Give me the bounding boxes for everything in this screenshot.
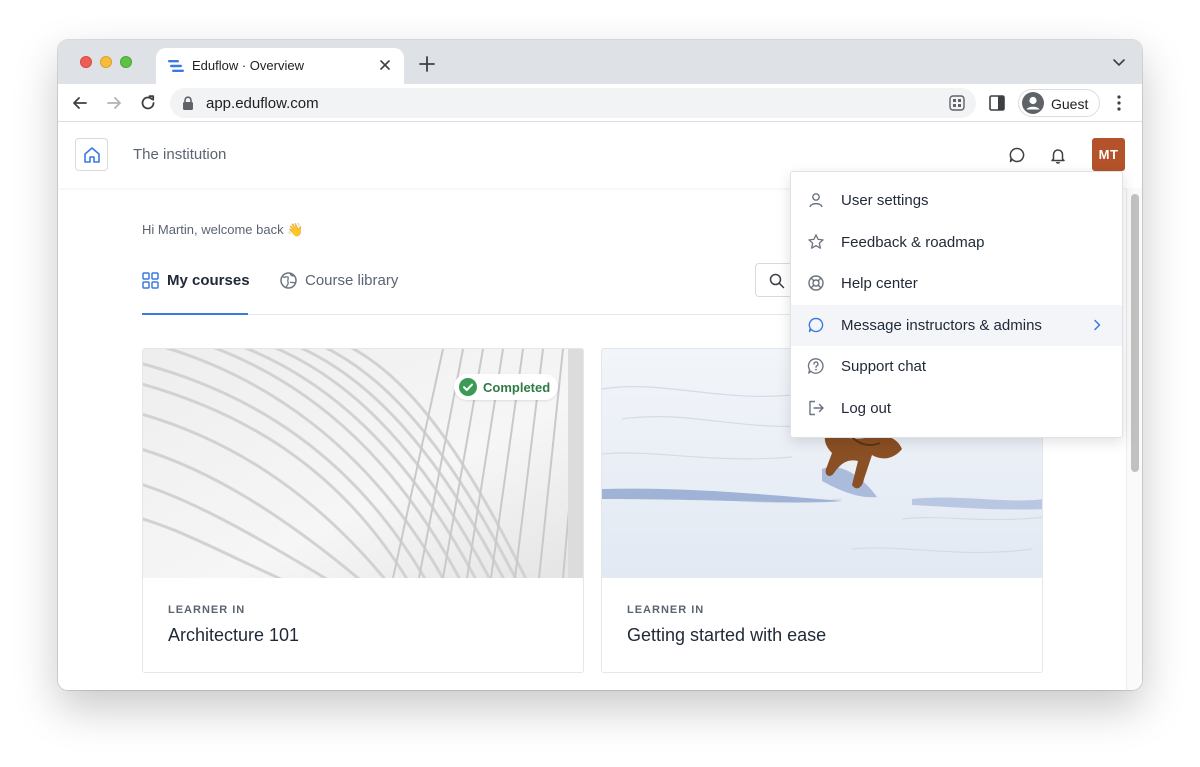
tab-label: Course library [305,272,399,289]
profile-label: Guest [1051,96,1089,112]
chevron-right-icon [1094,319,1101,331]
check-circle-icon [459,378,477,396]
guest-avatar-icon [1022,92,1044,114]
close-window-button[interactable] [80,56,92,68]
chat-bubble-icon [808,317,824,333]
eduflow-logo-icon [168,60,184,72]
minimize-window-button[interactable] [100,56,112,68]
logout-icon [809,400,824,416]
menu-label: Log out [841,400,892,417]
menu-item-help-center[interactable]: Help center [791,263,1122,304]
star-icon [808,234,824,249]
institution-name[interactable]: The institution [133,146,226,163]
lifebuoy-icon [808,275,824,291]
home-icon [84,147,100,163]
home-button[interactable] [75,138,108,171]
course-role: LEARNER IN [627,604,705,616]
menu-label: Feedback & roadmap [841,234,985,251]
menu-label: User settings [841,192,929,209]
side-panel-icon[interactable] [988,94,1006,112]
question-bubble-icon [807,358,824,374]
completed-badge: Completed [454,374,558,400]
reload-icon[interactable] [138,93,158,113]
more-options-icon[interactable] [1110,93,1128,113]
url-text: app.eduflow.com [206,95,319,112]
course-role: LEARNER IN [168,604,246,616]
new-tab-icon[interactable] [418,55,436,73]
tab-label: My courses [167,272,250,289]
maximize-window-button[interactable] [120,56,132,68]
messages-icon[interactable] [1008,146,1026,164]
close-tab-icon[interactable] [376,56,394,74]
welcome-message: Hi Martin, welcome back 👋 [142,222,304,237]
course-card[interactable]: Completed LEARNER IN Architecture 101 [142,348,584,673]
address-bar[interactable]: app.eduflow.com [170,88,976,118]
back-arrow-icon[interactable] [70,93,90,113]
course-tabs: My courses Course library [142,258,842,315]
course-title: Getting started with ease [627,625,827,645]
browser-window: Eduflow · Overview app.eduflow.com Guest… [58,40,1142,690]
menu-item-message-instructors[interactable]: Message instructors & admins [791,305,1122,346]
chevron-down-icon[interactable] [1112,58,1126,68]
menu-label: Help center [841,275,918,292]
bell-icon[interactable] [1049,146,1067,164]
menu-label: Support chat [841,358,927,375]
globe-icon [280,272,297,289]
tab-my-courses[interactable]: My courses [142,258,250,315]
user-avatar-button[interactable]: MT [1092,138,1125,171]
browser-toolbar: app.eduflow.com Guest [58,84,1142,122]
browser-tab-active[interactable]: Eduflow · Overview [156,48,404,84]
apps-icon[interactable] [948,94,966,112]
menu-item-feedback-roadmap[interactable]: Feedback & roadmap [791,222,1122,263]
search-icon [769,273,785,289]
user-icon [809,193,823,208]
tab-strip: Eduflow · Overview [58,40,1142,84]
course-cover-image: Completed [143,349,583,578]
badge-label: Completed [483,380,551,395]
forward-arrow-icon[interactable] [104,93,124,113]
app-content: The institution MT Hi Martin, welcome ba… [58,122,1142,690]
user-menu-dropdown: User settings Feedback & roadmap Help ce… [790,171,1123,438]
scrollbar-thumb[interactable] [1131,194,1139,472]
menu-label: Message instructors & admins [841,317,1042,334]
menu-item-user-settings[interactable]: User settings [791,180,1122,221]
profile-button[interactable]: Guest [1018,89,1100,117]
lock-icon [183,96,193,110]
tab-course-library[interactable]: Course library [280,258,420,315]
tab-title: Eduflow · Overview [192,58,304,73]
menu-item-support-chat[interactable]: Support chat [791,346,1122,387]
grid-icon [142,272,159,289]
menu-item-log-out[interactable]: Log out [791,388,1122,429]
course-title: Architecture 101 [168,625,300,645]
